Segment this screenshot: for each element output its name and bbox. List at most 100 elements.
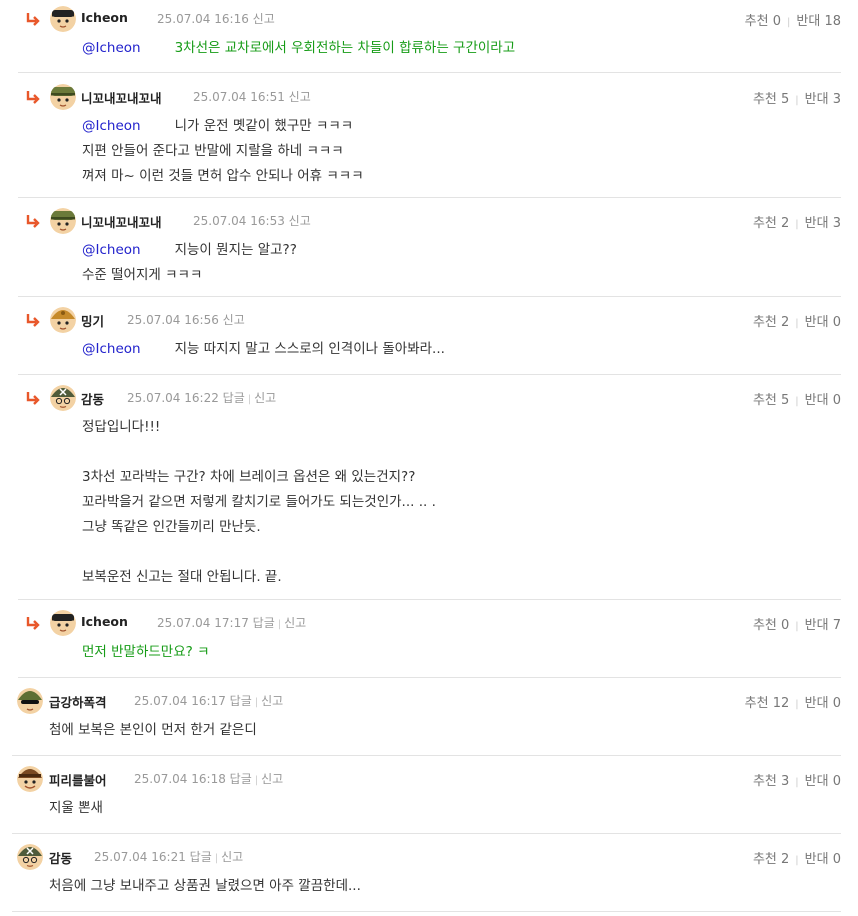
- upvote-button[interactable]: 추천 0: [753, 618, 789, 633]
- timestamp: 25.07.04 16:17: [134, 694, 226, 708]
- mention-link[interactable]: @Icheon: [82, 40, 141, 56]
- reply-link[interactable]: 답글: [190, 850, 212, 864]
- nickname[interactable]: Icheon: [81, 10, 128, 25]
- avatar-icon[interactable]: [50, 610, 76, 636]
- nickname[interactable]: 니꼬내꼬내꼬내: [81, 88, 162, 107]
- downvote-label: 반대: [804, 315, 829, 330]
- report-link[interactable]: 신고: [284, 616, 306, 630]
- avatar-icon[interactable]: [50, 307, 76, 333]
- report-link[interactable]: 신고: [253, 12, 275, 26]
- avatar-icon[interactable]: [50, 84, 76, 110]
- nickname[interactable]: 감동: [81, 389, 104, 408]
- mention-link[interactable]: @Icheon: [82, 118, 141, 134]
- upvote-label: 추천: [752, 852, 777, 867]
- comment-text: 니가 운전 몟같이 했구만 ㅋㅋㅋ: [174, 118, 354, 134]
- comment-header: 밍기 25.07.04 16:56 신고 추천 2 | 반대 0: [18, 307, 841, 339]
- reply-comment: 니꼬내꼬내꼬내 25.07.04 16:51 신고 추천 5 | 반대 3 @Icheon…: [18, 84, 841, 198]
- comment-line: 수준 떨어지게 ㅋㅋㅋ: [82, 267, 203, 283]
- report-link[interactable]: 신고: [289, 90, 311, 104]
- vote-counts: 추천 5 | 반대 0: [753, 389, 841, 408]
- upvote-button[interactable]: 추천 2: [753, 315, 789, 330]
- upvote-count: 3: [781, 774, 790, 789]
- separator: |: [254, 697, 259, 708]
- downvote-button[interactable]: 반대 3: [805, 92, 841, 107]
- mention-link[interactable]: @Icheon: [82, 341, 141, 357]
- comment-text: 지능이 뭔지는 알고??: [174, 242, 297, 258]
- comment-body: 먼저 반말하드만요? ㅋ: [82, 640, 210, 665]
- downvote-button[interactable]: 반대 0: [805, 315, 841, 330]
- reply-arrow-icon: [26, 90, 40, 106]
- reply-link[interactable]: 답글: [230, 772, 252, 786]
- vote-separator: |: [795, 396, 799, 407]
- reply-arrow-icon: [26, 616, 40, 632]
- comment-meta: 25.07.04 16:21 답글 | 신고: [94, 848, 243, 865]
- comment-meta: 25.07.04 16:53 신고: [193, 212, 311, 229]
- upvote-button[interactable]: 추천 12: [745, 696, 790, 711]
- comment-line: 3차선 꼬라박는 구간? 차에 브레이크 옵션은 왜 있는건지??: [82, 469, 416, 485]
- downvote-button[interactable]: 반대 0: [805, 852, 841, 867]
- upvote-count: 5: [781, 92, 790, 107]
- nickname[interactable]: Icheon: [81, 614, 128, 629]
- comment-meta: 25.07.04 16:16 신고: [157, 10, 275, 27]
- reply-comment: 감동 25.07.04 16:22 답글 | 신고 추천 5 | 반대 0 정답입니다!!! 3…: [18, 385, 841, 600]
- reply-link[interactable]: 답글: [253, 616, 275, 630]
- comment-line: 지울 뽄새: [49, 800, 103, 816]
- comment-line: @Icheon 3차선은 교차로에서 우회전하는 차들이 합류하는 구간이라고: [82, 36, 515, 61]
- avatar-icon[interactable]: [17, 844, 43, 870]
- upvote-button[interactable]: 추천 2: [753, 852, 789, 867]
- upvote-button[interactable]: 추천 3: [753, 774, 789, 789]
- comment-line: 먼저 반말하드만요? ㅋ: [82, 644, 210, 660]
- vote-counts: 추천 3 | 반대 0: [753, 770, 841, 789]
- downvote-button[interactable]: 반대 0: [805, 696, 841, 711]
- comment-line: @Icheon 지능 따지지 말고 스스로의 인격이나 돌아봐라...: [82, 337, 445, 362]
- reply-link[interactable]: 답글: [230, 694, 252, 708]
- report-link[interactable]: 신고: [289, 214, 311, 228]
- avatar-icon[interactable]: [50, 385, 76, 411]
- avatar-icon[interactable]: [17, 766, 43, 792]
- report-link[interactable]: 신고: [221, 850, 243, 864]
- report-link[interactable]: 신고: [254, 391, 276, 405]
- upvote-button[interactable]: 추천 2: [753, 216, 789, 231]
- comment-meta: 25.07.04 16:17 답글 | 신고: [134, 692, 283, 709]
- reply-link[interactable]: 답글: [223, 391, 245, 405]
- avatar-icon[interactable]: [17, 688, 43, 714]
- nickname[interactable]: 니꼬내꼬내꼬내: [81, 212, 162, 231]
- vote-counts: 추천 2 | 반대 3: [753, 212, 841, 231]
- comment: 피리를불어 25.07.04 16:18 답글 | 신고 추천 3 | 반대 0 지울 뽄새: [12, 766, 841, 834]
- upvote-count: 2: [781, 216, 790, 231]
- separator: |: [247, 394, 252, 405]
- downvote-button[interactable]: 반대 3: [805, 216, 841, 231]
- upvote-button[interactable]: 추천 5: [753, 92, 789, 107]
- downvote-count: 3: [832, 92, 841, 107]
- upvote-button[interactable]: 추천 5: [753, 393, 789, 408]
- nickname[interactable]: 피리를불어: [49, 770, 107, 789]
- downvote-button[interactable]: 반대 0: [805, 774, 841, 789]
- nickname[interactable]: 감동: [49, 848, 72, 867]
- reply-comment: 밍기 25.07.04 16:56 신고 추천 2 | 반대 0 @Icheon 지능 따지…: [18, 307, 841, 375]
- downvote-button[interactable]: 반대 7: [805, 618, 841, 633]
- comment-meta: 25.07.04 16:18 답글 | 신고: [134, 770, 283, 787]
- vote-separator: |: [787, 17, 791, 28]
- vote-separator: |: [795, 777, 799, 788]
- downvote-count: 0: [832, 774, 841, 789]
- avatar-icon[interactable]: [50, 6, 76, 32]
- nickname[interactable]: 밍기: [81, 311, 104, 330]
- comment-meta: 25.07.04 17:17 답글 | 신고: [157, 614, 306, 631]
- downvote-button[interactable]: 반대 0: [805, 393, 841, 408]
- downvote-label: 반대: [804, 852, 829, 867]
- report-link[interactable]: 신고: [261, 772, 283, 786]
- report-link[interactable]: 신고: [261, 694, 283, 708]
- vote-counts: 추천 0 | 반대 7: [753, 614, 841, 633]
- nickname[interactable]: 급강하폭격: [49, 692, 107, 711]
- report-link[interactable]: 신고: [223, 313, 245, 327]
- downvote-count: 0: [832, 393, 841, 408]
- downvote-button[interactable]: 반대 18: [796, 14, 841, 29]
- upvote-label: 추천: [752, 618, 777, 633]
- avatar-icon[interactable]: [50, 208, 76, 234]
- mention-link[interactable]: @Icheon: [82, 242, 141, 258]
- downvote-count: 3: [832, 216, 841, 231]
- comment-line: 처음에 그냥 보내주고 상품권 날렸으면 아주 깔끔한데...: [49, 878, 361, 894]
- upvote-label: 추천: [744, 14, 769, 29]
- comment-line: 지편 안들어 준다고 반말에 지랄을 하네 ㅋㅋㅋ: [82, 143, 344, 159]
- upvote-button[interactable]: 추천 0: [745, 14, 781, 29]
